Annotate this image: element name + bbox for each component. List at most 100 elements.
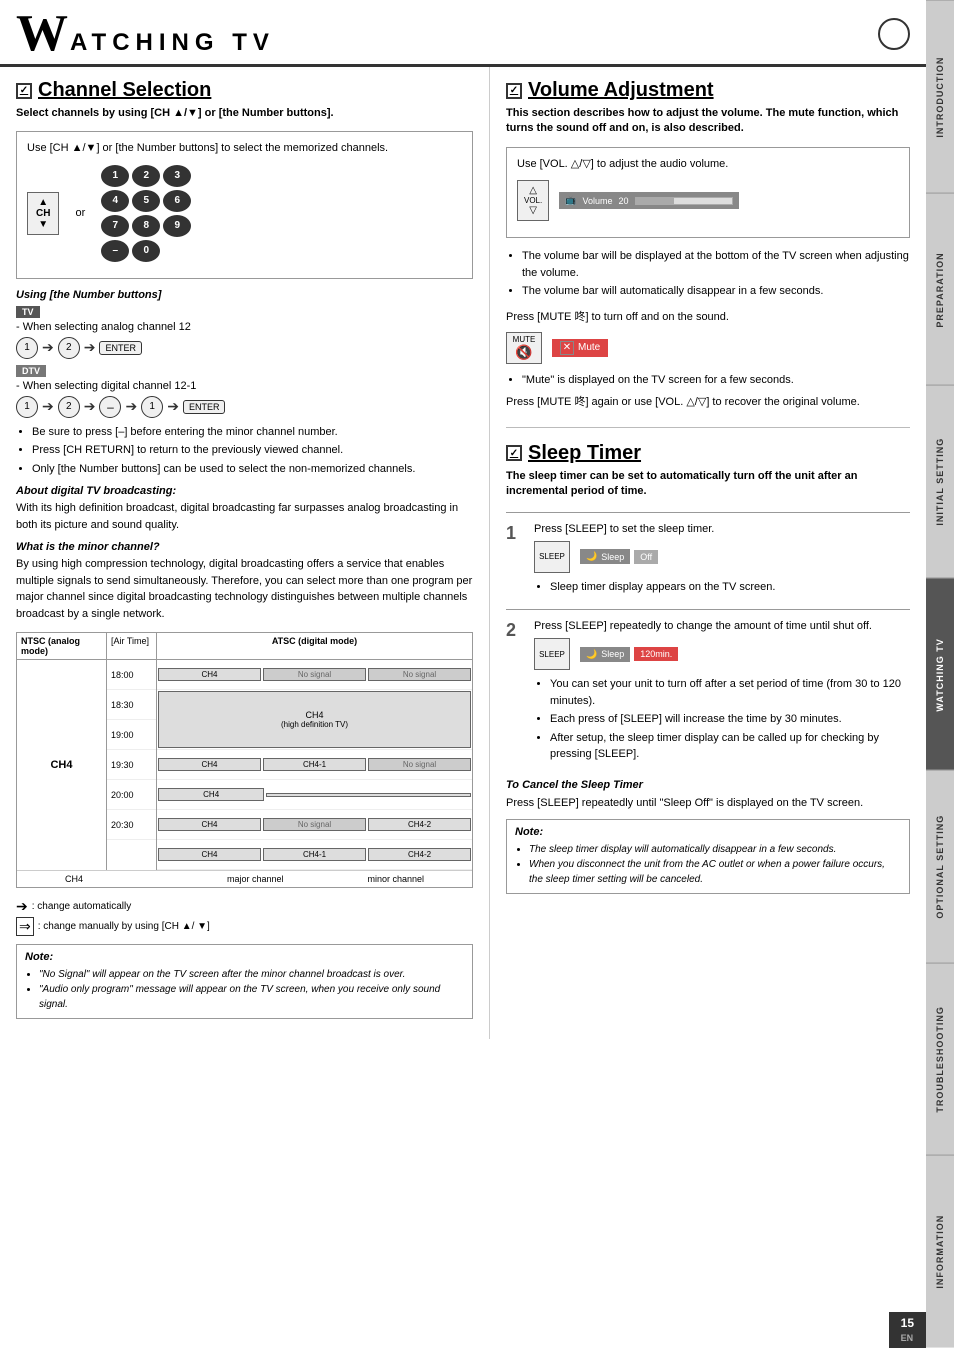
number-grid: 1 2 3 4 5 6 7 8 9 – 0 bbox=[101, 165, 191, 262]
vol-subtitle: This section describes how to adjust the… bbox=[506, 106, 910, 137]
atsc-nosignal-1: No signal bbox=[263, 668, 366, 681]
atsc-row-6: CH4 CH4-1 CH4-2 bbox=[157, 840, 472, 870]
atsc-row-1: CH4 No signal No signal bbox=[157, 660, 472, 690]
right-column: ✓ Volume Adjustment This section describ… bbox=[490, 67, 926, 1039]
tab-preparation[interactable]: PREPARATION bbox=[926, 193, 954, 386]
atsc-ch4-4: CH4 bbox=[158, 818, 261, 831]
atsc-ch4-3: CH4 bbox=[158, 788, 264, 801]
or-text: or bbox=[75, 207, 85, 219]
arrow-manual-icon: ⇒ bbox=[16, 917, 34, 936]
checkbox-icon: ✓ bbox=[16, 83, 32, 99]
step-2-content: Press [SLEEP] repeatedly to change the a… bbox=[534, 620, 910, 769]
vol-bullet-2: The volume bar will automatically disapp… bbox=[522, 283, 910, 300]
seq-2: 2 bbox=[58, 337, 80, 359]
minor-channel-heading: What is the minor channel? bbox=[16, 541, 473, 553]
atsc-col: CH4 No signal No signal CH4 (high defini… bbox=[157, 660, 472, 870]
tv-icon: 📺 bbox=[565, 195, 576, 206]
digital-sequence: 1 ➔ 2 ➔ – ➔ 1 ➔ ENTER bbox=[16, 396, 473, 418]
sleep-moon-icon: 🌙 bbox=[586, 551, 597, 562]
atsc-nosignal-4: No signal bbox=[263, 818, 366, 831]
sleep-label-2: SLEEP bbox=[539, 650, 565, 659]
bullet-3: Only [the Number buttons] can be used to… bbox=[32, 461, 473, 478]
sleep-step1-bullets: Sleep timer display appears on the TV sc… bbox=[534, 579, 910, 596]
num-btn-7: 7 bbox=[101, 215, 129, 237]
ch-diagram: ▲ CH ▼ or 1 2 3 4 5 6 7 8 9 – 0 bbox=[27, 165, 462, 262]
num-btn-1: 1 bbox=[101, 165, 129, 187]
volume-text: Volume bbox=[582, 196, 612, 206]
arrow-up: ▲ bbox=[38, 197, 48, 208]
col-air-header: [Air Time] bbox=[107, 633, 157, 659]
note-item-2: "Audio only program" message will appear… bbox=[39, 982, 464, 1012]
side-tabs: INTRODUCTION PREPARATION INITIAL SETTING… bbox=[926, 0, 954, 1348]
tab-optional-setting[interactable]: OPTIONAL SETTING bbox=[926, 770, 954, 963]
time-2000: 20:00 bbox=[107, 780, 156, 810]
sleep-indicator-1: 🌙 Sleep Off bbox=[580, 549, 658, 564]
legend-auto: ➔ : change automatically bbox=[16, 898, 473, 915]
sleep-step1-bullet: Sleep timer display appears on the TV sc… bbox=[550, 579, 910, 596]
instruction-box: Use [CH ▲/▼] or [the Number buttons] to … bbox=[16, 131, 473, 279]
channel-subtitle: Select channels by using [CH ▲/▼] or [th… bbox=[16, 106, 473, 121]
tab-watching-tv[interactable]: WATCHING TV bbox=[926, 578, 954, 771]
sleep-step2-bullets: You can set your unit to turn off after … bbox=[534, 676, 910, 763]
vol-down-arrow: ▽ bbox=[529, 205, 537, 216]
atsc-ch4-1-3: CH4-1 bbox=[263, 848, 366, 861]
vol-display: △ VOL. ▽ 📺 Volume 20 bbox=[517, 180, 899, 221]
air-col: 18:00 18:30 19:00 19:30 20:00 20:30 bbox=[107, 660, 157, 870]
seq-arrow-d1: ➔ bbox=[42, 398, 54, 415]
step-2-num: 2 bbox=[506, 620, 526, 641]
seq-arrow-d4: ➔ bbox=[167, 398, 179, 415]
arrow-legend: ➔ : change automatically ⇒ : change manu… bbox=[16, 898, 473, 936]
vol-checkbox: ✓ bbox=[506, 83, 522, 99]
num-btn-9: 9 bbox=[163, 215, 191, 237]
instruction-text: Use [CH ▲/▼] or [the Number buttons] to … bbox=[27, 140, 462, 157]
tab-information[interactable]: INFORMATION bbox=[926, 1155, 954, 1348]
sleep-divider-mid bbox=[506, 609, 910, 610]
sleep-divider-top bbox=[506, 512, 910, 513]
time-1800: 18:00 bbox=[107, 660, 156, 690]
sleep-note-box: Note: The sleep timer display will autom… bbox=[506, 819, 910, 894]
volume-number: 20 bbox=[618, 196, 628, 206]
sleep-off-val: Off bbox=[634, 550, 658, 564]
dtv-example: When selecting digital channel 12-1 bbox=[23, 380, 197, 392]
time-2030: 20:30 bbox=[107, 810, 156, 840]
atsc-nosignal-3: No signal bbox=[368, 758, 471, 771]
sleep-screen-2: 🌙 Sleep bbox=[580, 647, 630, 662]
tab-initial-setting[interactable]: INITIAL SETTING bbox=[926, 385, 954, 578]
table-body: CH4 18:00 18:30 19:00 19:30 20:00 20:30 … bbox=[17, 660, 472, 870]
tab-introduction[interactable]: INTRODUCTION bbox=[926, 0, 954, 193]
sleep-step2-bullet-1: You can set your unit to turn off after … bbox=[550, 676, 910, 709]
seq-arrow-2: ➔ bbox=[84, 339, 96, 356]
seq-d3: 1 bbox=[141, 396, 163, 418]
atsc-nosignal-2: No signal bbox=[368, 668, 471, 681]
num-btn-3: 3 bbox=[163, 165, 191, 187]
atsc-ch4-2: CH4 bbox=[158, 758, 261, 771]
col-atsc-header: ATSC (digital mode) bbox=[157, 633, 472, 659]
step-2-row: 2 Press [SLEEP] repeatedly to change the… bbox=[506, 620, 910, 769]
sleep-timer-title: ✓ Sleep Timer bbox=[506, 442, 910, 465]
left-column: ✓ Channel Selection Select channels by u… bbox=[0, 67, 490, 1039]
channel-table: NTSC (analog mode) [Air Time] ATSC (digi… bbox=[16, 632, 473, 888]
atsc-ch4-1-1: CH4-1 bbox=[263, 758, 366, 771]
time-1930: 19:30 bbox=[107, 750, 156, 780]
seq-arrow-d3: ➔ bbox=[125, 398, 137, 415]
sleep-120-val: 120min. bbox=[634, 647, 678, 661]
num-btn-0: 0 bbox=[132, 240, 160, 262]
num-btn-5: 5 bbox=[132, 190, 160, 212]
sleep-step2-bullet-3: After setup, the sleep timer display can… bbox=[550, 730, 910, 763]
seq-d1: 1 bbox=[16, 396, 38, 418]
mute-label: MUTE bbox=[513, 335, 536, 344]
tv-example: When selecting analog channel 12 bbox=[23, 321, 191, 333]
tab-troubleshooting[interactable]: TROUBLESHOOTING bbox=[926, 963, 954, 1156]
atsc-row-3: CH4 CH4-1 No signal bbox=[157, 750, 472, 780]
about-digital-text: With its high definition broadcast, digi… bbox=[16, 500, 473, 533]
sleep-moon-icon-2: 🌙 bbox=[586, 649, 597, 660]
tv-dash: - bbox=[16, 321, 23, 333]
note-item-1: "No Signal" will appear on the TV screen… bbox=[39, 967, 464, 982]
seq-d2: 2 bbox=[58, 396, 80, 418]
cancel-heading: To Cancel the Sleep Timer bbox=[506, 779, 910, 791]
page-number-bar: 15 EN bbox=[889, 1312, 926, 1348]
page-header: W ATCHING TV bbox=[0, 0, 926, 67]
num-btn-6: 6 bbox=[163, 190, 191, 212]
atsc-ch4-1: CH4 bbox=[158, 668, 261, 681]
major-label: major channel bbox=[227, 874, 284, 884]
